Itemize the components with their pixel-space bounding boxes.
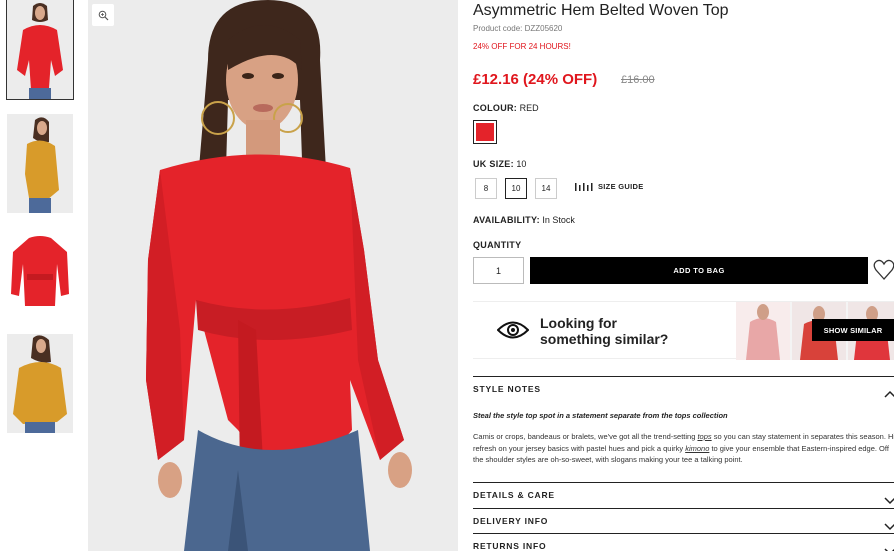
thumbnail-red-flat[interactable] [7,228,73,327]
colour-label: COLOUR: [473,103,518,113]
add-to-bag-button[interactable]: ADD TO BAG [530,257,868,284]
chevron-down-icon[interactable] [884,543,894,551]
availability-label: AVAILABILITY: [473,215,540,225]
size-guide-label: SIZE GUIDE [598,182,644,191]
similar-line2: something similar? [540,331,669,347]
size-label: UK SIZE: [473,159,514,169]
show-similar-button[interactable]: SHOW SIMILAR [812,319,894,341]
style-notes-body: Camis or crops, bandeaus or bralets, we'… [473,432,894,464]
style-notes-heading[interactable]: STYLE NOTES [473,384,541,394]
divider [473,482,894,483]
divider [473,533,894,534]
eye-icon [496,319,530,346]
zoom-icon[interactable] [92,4,114,26]
size-guide-link[interactable]: SIZE GUIDE [575,182,644,191]
size-option-8[interactable]: 8 [475,178,497,199]
availability-value: In Stock [542,215,575,225]
availability-row: AVAILABILITY: In Stock [473,215,575,225]
thumbnail-mustard-side[interactable] [7,114,73,213]
size-guide-icon [575,182,593,191]
chevron-up-icon[interactable] [884,385,894,403]
colour-row: COLOUR: RED [473,103,539,113]
colour-swatch-red[interactable] [473,120,497,144]
thumbnail-red-front[interactable] [6,0,74,100]
quantity-input[interactable]: 1 [473,257,524,284]
swatch-fill [476,123,494,141]
tops-link[interactable]: tops [697,432,711,441]
thumbnail-mustard-front[interactable] [7,334,73,433]
sale-price: £12.16 (24% OFF) [473,71,598,88]
returns-info-heading[interactable]: RETURNS INFO [473,541,546,551]
promo-text: 24% OFF FOR 24 HOURS! [473,42,571,51]
details-care-heading[interactable]: DETAILS & CARE [473,490,555,500]
original-price: £16.00 [621,74,655,86]
similar-line1: Looking for [540,315,617,331]
style-tagline: Steal the style top spot in a statement … [473,411,728,420]
size-row: UK SIZE: 10 [473,159,526,169]
main-product-image[interactable] [88,0,458,551]
divider [473,508,894,509]
size-option-10[interactable]: 10 [505,178,527,199]
size-value: 10 [516,159,527,169]
product-code: Product code: DZZ05620 [473,24,563,33]
divider [473,376,894,377]
kimono-link[interactable]: kimono [685,444,709,453]
size-option-14[interactable]: 14 [535,178,557,199]
product-title: Asymmetric Hem Belted Woven Top [473,2,729,19]
quantity-label: QUANTITY [473,240,522,250]
wishlist-heart-icon[interactable] [873,258,894,287]
delivery-info-heading[interactable]: DELIVERY INFO [473,516,548,526]
colour-value: RED [519,103,539,113]
similar-text: Looking for something similar? [540,315,668,347]
